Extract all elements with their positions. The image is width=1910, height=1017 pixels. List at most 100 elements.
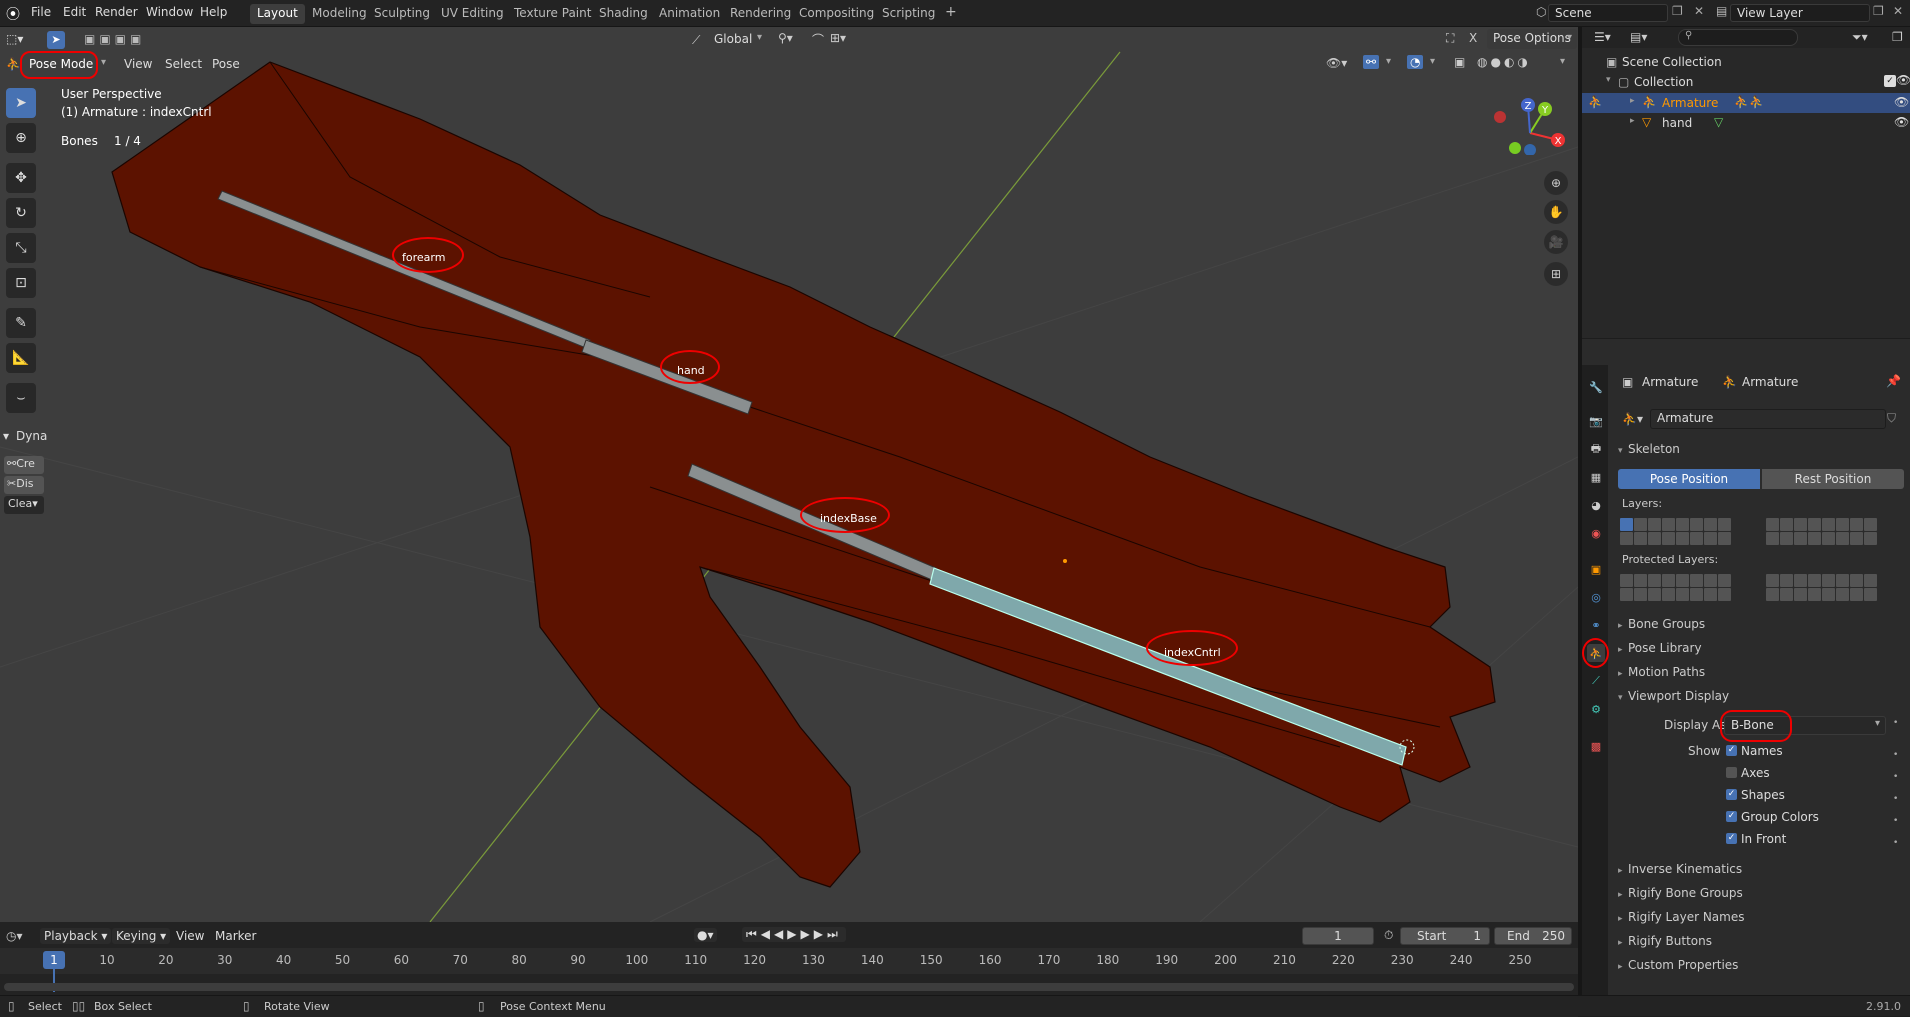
scene-collection-label[interactable]: Scene Collection: [1622, 55, 1722, 69]
tab-compositing[interactable]: Compositing: [792, 4, 881, 24]
filter-icon[interactable]: ⏷▾: [1852, 30, 1868, 45]
orientation-chevron-icon[interactable]: ▾: [757, 32, 762, 43]
object-tab-icon[interactable]: ▣: [1587, 560, 1605, 578]
view-layer-icon[interactable]: ▤: [1716, 4, 1727, 18]
texture-tab-icon[interactable]: ▩: [1587, 737, 1605, 755]
pivot-icon[interactable]: ⚲▾: [778, 31, 793, 45]
constraints-tab-icon[interactable]: ⚭: [1587, 616, 1605, 634]
editor-type-icon[interactable]: ⬚▾: [6, 32, 23, 46]
camera-icon[interactable]: 🎥: [1544, 230, 1568, 254]
select-tool-icon[interactable]: ➤: [47, 31, 65, 49]
view-layer-tab-icon[interactable]: ▦: [1587, 468, 1605, 486]
xray-close-icon[interactable]: X: [1466, 31, 1481, 45]
rigify-buttons-panel-header[interactable]: ▸ Rigify Buttons: [1618, 934, 1712, 948]
skeleton-panel-header[interactable]: ▾ Skeleton: [1618, 442, 1680, 456]
tab-shading[interactable]: Shading: [592, 4, 655, 24]
pan-hand-icon[interactable]: ✋: [1544, 200, 1568, 224]
visibility-icon[interactable]: 👁▾: [1326, 56, 1347, 70]
annotate-tool-icon[interactable]: ✎: [6, 308, 36, 338]
pose-library-panel-header[interactable]: ▸ Pose Library: [1618, 641, 1702, 655]
collection-checkbox[interactable]: ✓: [1884, 75, 1896, 87]
group-colors-label[interactable]: Group Colors: [1741, 810, 1819, 824]
tab-scripting[interactable]: Scripting: [875, 4, 942, 24]
menu-file[interactable]: File: [31, 5, 51, 19]
pose-options-chevron-icon[interactable]: ▾: [1567, 32, 1572, 43]
new-collection-icon[interactable]: ❐: [1892, 30, 1903, 44]
scene-icon[interactable]: ⬡: [1536, 5, 1546, 19]
xray-toggle-icon[interactable]: ▣: [1454, 55, 1465, 69]
scene-name-field[interactable]: Scene: [1548, 4, 1668, 22]
armature-eye-icon[interactable]: 👁: [1894, 95, 1909, 109]
render-tab-icon[interactable]: 📷: [1587, 412, 1605, 430]
datablock-name-field[interactable]: Armature: [1650, 409, 1886, 429]
navigation-gizmo[interactable]: X Y Z: [1490, 95, 1570, 155]
datablock-type-icon[interactable]: ⛹▾: [1622, 412, 1643, 426]
fake-user-shield-icon[interactable]: ⛉: [1887, 411, 1896, 426]
outliner-search-input[interactable]: ⚲: [1678, 29, 1798, 46]
collection-expand-icon[interactable]: ▾: [1606, 75, 1611, 85]
bone-tab-icon[interactable]: ⟋: [1587, 672, 1605, 690]
start-frame-field[interactable]: Start 1: [1400, 927, 1490, 945]
3d-viewport[interactable]: forearm hand indexBase indexCntrl: [0, 27, 1578, 922]
timeline-scrollbar[interactable]: [4, 983, 1574, 991]
select-box-tool-icon[interactable]: ➤: [6, 88, 36, 118]
menu-pose[interactable]: Pose: [212, 57, 240, 71]
mode-chevron-down-icon[interactable]: ▾: [101, 57, 106, 68]
show-keyframe-dots[interactable]: • • • • •: [1893, 744, 1898, 854]
current-frame-field[interactable]: 1: [1302, 927, 1374, 945]
blender-logo-icon[interactable]: ⦿: [6, 4, 20, 24]
in-front-checkbox[interactable]: ✓: [1726, 833, 1737, 844]
gizmo-icon[interactable]: ⚯: [1363, 55, 1380, 69]
shading-chevron-icon[interactable]: ▾: [1560, 56, 1565, 67]
playback-controls[interactable]: ⏮◀◀▶▶▶⏭: [742, 927, 846, 942]
snap-icon[interactable]: ⌒: [812, 31, 824, 48]
custom-properties-panel-header[interactable]: ▸ Custom Properties: [1618, 958, 1738, 972]
tool-tab-icon[interactable]: 🔧: [1587, 378, 1605, 396]
measure-tool-icon[interactable]: 📐: [6, 343, 36, 373]
pose-position-button[interactable]: Pose Position: [1618, 469, 1760, 489]
timeline-marker-menu[interactable]: Marker: [215, 929, 256, 943]
in-front-label[interactable]: In Front: [1741, 832, 1786, 846]
end-frame-field[interactable]: End 250: [1494, 927, 1572, 945]
names-checkbox[interactable]: ✓: [1726, 745, 1737, 756]
axes-checkbox[interactable]: [1726, 767, 1737, 778]
rigify-layer-names-panel-header[interactable]: ▸ Rigify Layer Names: [1618, 910, 1744, 924]
outliner-row-hand[interactable]: ▸ ▽ hand ▽ 👁: [1582, 113, 1910, 133]
hand-label[interactable]: hand: [1662, 116, 1692, 130]
stopwatch-icon[interactable]: ⏱: [1384, 928, 1393, 943]
pose-options-dropdown[interactable]: Pose Options: [1487, 29, 1577, 49]
shapes-label[interactable]: Shapes: [1741, 788, 1785, 802]
close-scene-icon[interactable]: ✕: [1694, 4, 1704, 18]
tab-modeling[interactable]: Modeling: [305, 4, 374, 24]
close-view-layer-icon[interactable]: ✕: [1893, 4, 1903, 18]
hand-eye-icon[interactable]: 👁: [1894, 115, 1909, 129]
perspective-grid-icon[interactable]: ⊞: [1544, 262, 1568, 286]
rotate-tool-icon[interactable]: ↻: [6, 198, 36, 228]
motion-paths-panel-header[interactable]: ▸ Motion Paths: [1618, 665, 1705, 679]
menu-edit[interactable]: Edit: [63, 5, 86, 19]
add-workspace-button[interactable]: +: [938, 2, 964, 22]
output-tab-icon[interactable]: 🖶: [1587, 440, 1605, 458]
display-mode-icon[interactable]: ▤▾: [1630, 30, 1647, 44]
shading-mode-icons[interactable]: ◍●◐◑: [1477, 55, 1531, 69]
outliner-row-armature[interactable]: ⛹ ▸ ⛹ Armature ⛹⛹ 👁: [1582, 93, 1910, 113]
armature-expand-icon[interactable]: ▸: [1630, 96, 1635, 106]
curve-tool-icon[interactable]: ⌣: [6, 383, 36, 413]
dyna-create-button[interactable]: ⚯Cre: [4, 456, 44, 474]
collection-eye-icon[interactable]: 👁: [1896, 73, 1910, 87]
dyna-clear-dropdown[interactable]: Clea▾: [4, 496, 44, 514]
physics-tab-icon[interactable]: ◎: [1587, 588, 1605, 606]
scale-tool-icon[interactable]: ⤡: [6, 233, 36, 263]
dyna-panel-toggle-icon[interactable]: ▾: [3, 429, 9, 443]
bone-constraint-tab-icon[interactable]: ⚙: [1587, 700, 1605, 718]
menu-view[interactable]: View: [124, 57, 152, 71]
overlay-icon[interactable]: ◔: [1407, 55, 1424, 69]
group-colors-checkbox[interactable]: ✓: [1726, 811, 1737, 822]
playback-menu[interactable]: Playback ▾: [40, 928, 112, 944]
protected-layers-grid-right[interactable]: [1766, 574, 1888, 602]
new-view-layer-icon[interactable]: ❐: [1873, 4, 1884, 18]
menu-window[interactable]: Window: [146, 5, 193, 19]
viewport-display-panel-header[interactable]: ▾ Viewport Display: [1618, 689, 1729, 703]
layers-grid-left[interactable]: [1620, 518, 1742, 546]
display-as-keyframe-dot[interactable]: •: [1893, 718, 1898, 728]
